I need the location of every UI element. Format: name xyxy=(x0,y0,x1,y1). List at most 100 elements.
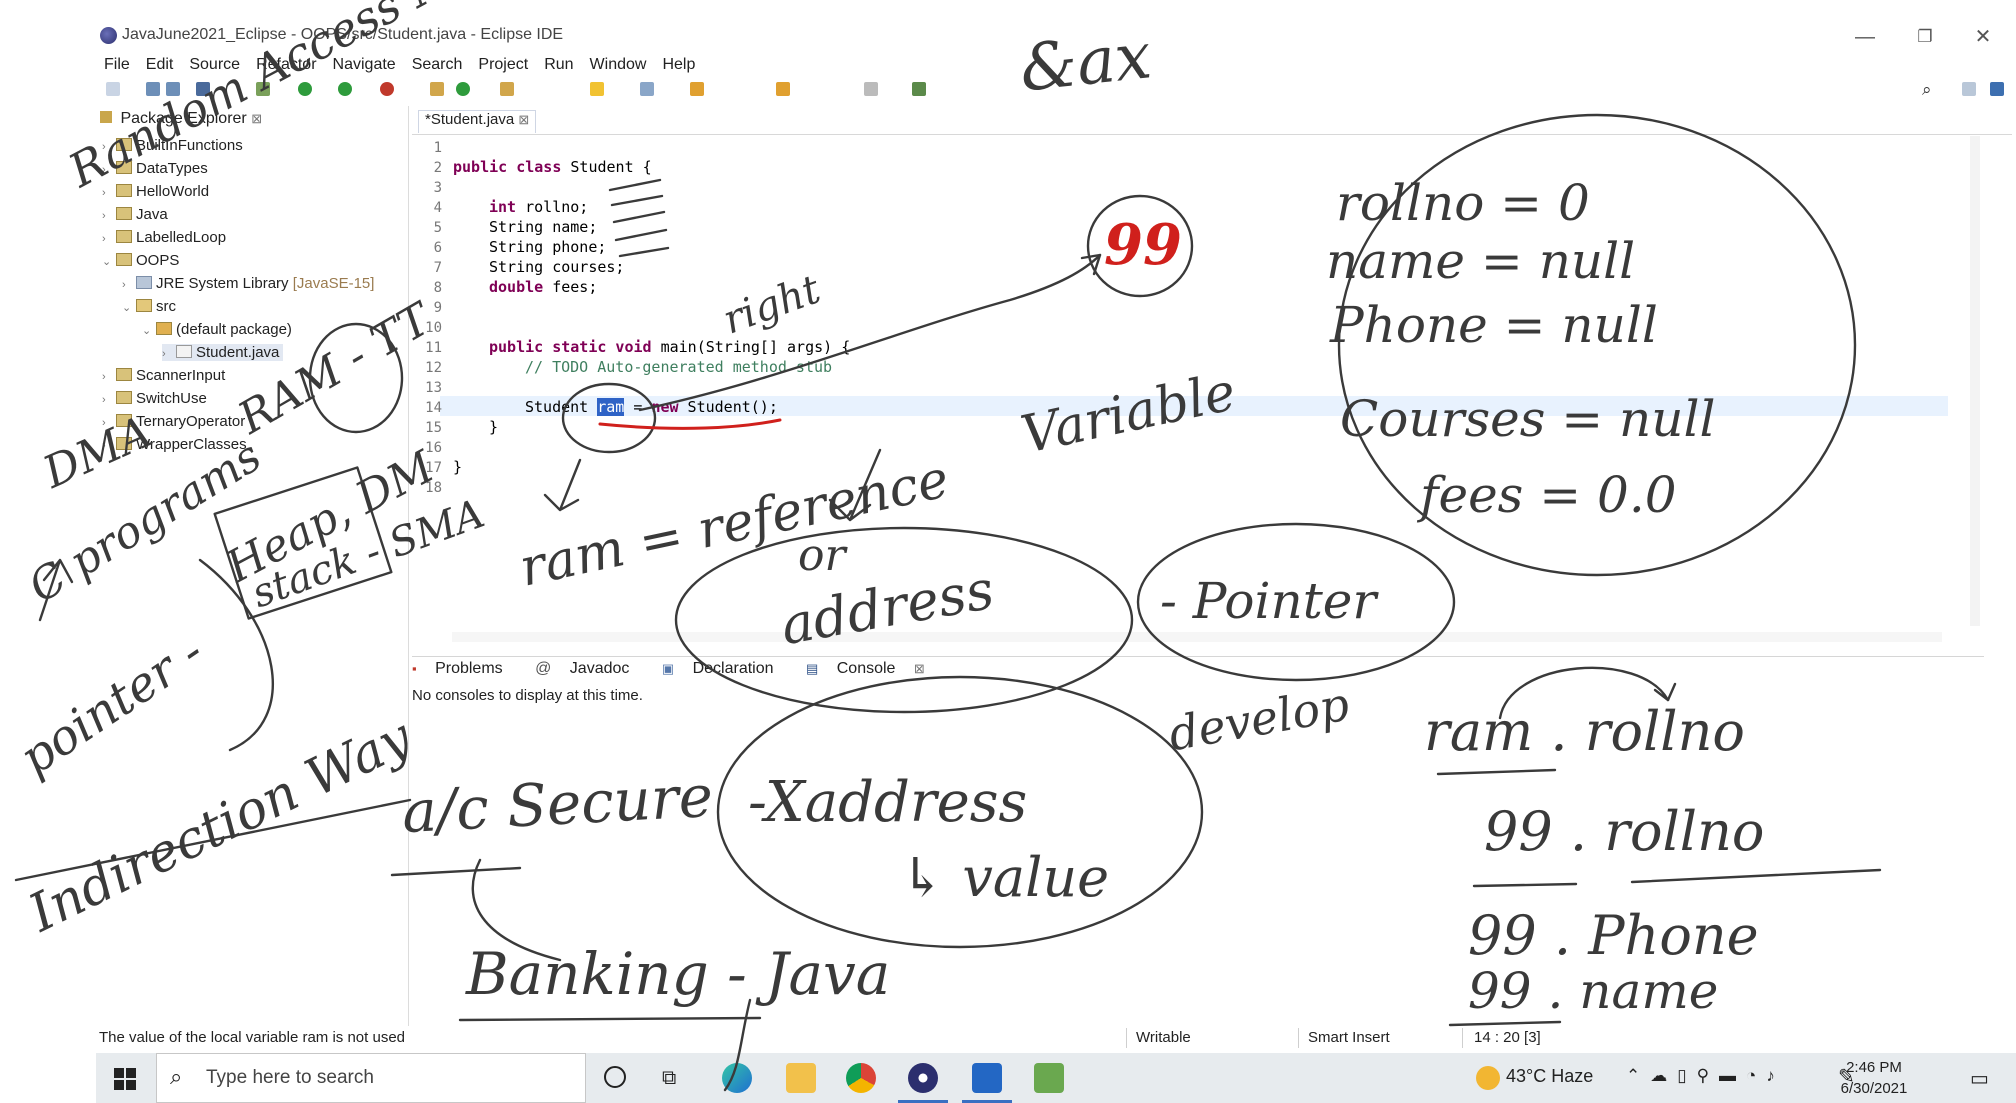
tree-item-helloworld[interactable]: › HelloWorld xyxy=(102,183,209,200)
tab-label: Console xyxy=(836,660,896,677)
tree-label: Student.java xyxy=(196,344,280,361)
line-number: 8 xyxy=(433,280,442,296)
tree-item-scannerinput[interactable]: › ScannerInput xyxy=(102,367,225,384)
menu-edit[interactable]: Edit xyxy=(138,54,182,76)
chevron-right-icon[interactable]: › xyxy=(122,279,136,291)
toggle-mark-icon[interactable] xyxy=(590,82,604,96)
tree-item-src[interactable]: ⌄ src xyxy=(122,298,176,315)
new-icon[interactable] xyxy=(106,82,120,96)
show-whitespace-icon[interactable] xyxy=(640,82,654,96)
keyword: double xyxy=(489,278,544,296)
tree-item-labelledloop[interactable]: › LabelledLoop xyxy=(102,229,226,246)
project-icon xyxy=(116,207,132,220)
perspective-icon[interactable] xyxy=(1962,82,1976,96)
menu-bar: File Edit Source Refactor Navigate Searc… xyxy=(96,54,703,76)
next-annotation-icon[interactable] xyxy=(690,82,704,96)
package-icon xyxy=(156,322,172,335)
new-class-icon[interactable] xyxy=(456,82,470,96)
tab-javadoc[interactable]: @ Javadoc xyxy=(535,660,643,677)
ink-banking: Banking - Java xyxy=(466,940,891,1008)
notepad-icon[interactable] xyxy=(1034,1063,1064,1093)
status-divider xyxy=(1298,1028,1299,1048)
keyword: public class xyxy=(453,158,562,176)
external-tools-icon[interactable] xyxy=(380,82,394,96)
search-icon[interactable]: ⌕ xyxy=(1922,80,1932,100)
close-button[interactable]: ✕ xyxy=(1960,20,2006,54)
save-icon[interactable] xyxy=(146,82,160,96)
ink-underline xyxy=(1472,882,1578,888)
cortana-icon[interactable] xyxy=(604,1066,626,1088)
java-perspective-icon[interactable] xyxy=(1990,82,2004,96)
weather-text[interactable]: 43°C Haze xyxy=(1506,1066,1593,1087)
line-number: 4 xyxy=(433,200,442,216)
editor-tab-bar xyxy=(412,110,2012,135)
minimize-button[interactable]: — xyxy=(1842,20,1888,54)
code-line-4: int rollno; xyxy=(489,198,588,216)
tree-item-switchuse[interactable]: › SwitchUse xyxy=(102,390,207,407)
new-java-project-icon[interactable] xyxy=(430,82,444,96)
horizontal-scrollbar[interactable] xyxy=(452,632,1942,642)
file-explorer-icon[interactable] xyxy=(786,1063,816,1093)
vertical-scrollbar[interactable] xyxy=(1970,136,1980,626)
chrome-icon[interactable] xyxy=(846,1063,876,1093)
code-text: Student xyxy=(525,398,598,416)
chevron-down-icon[interactable]: ⌄ xyxy=(122,301,136,314)
chevron-right-icon[interactable]: › xyxy=(102,210,116,222)
tab-label: Declaration xyxy=(692,660,774,677)
restore-button[interactable]: ❐ xyxy=(1902,20,1948,54)
whiteboard-icon[interactable] xyxy=(972,1063,1002,1093)
menu-help[interactable]: Help xyxy=(654,54,703,76)
open-perspective-icon[interactable] xyxy=(912,82,926,96)
chevron-right-icon[interactable]: › xyxy=(102,187,116,199)
back-icon[interactable] xyxy=(776,82,790,96)
tab-label: Problems xyxy=(435,660,503,677)
console-tab-bar: ▪ Problems @ Javadoc ▣ Declaration ▤ Con… xyxy=(412,660,1984,684)
menu-search[interactable]: Search xyxy=(404,54,471,76)
notifications-icon[interactable]: ▭ xyxy=(1970,1066,1989,1091)
eclipse-icon[interactable] xyxy=(908,1063,938,1093)
chevron-down-icon[interactable]: ⌄ xyxy=(142,324,156,337)
edge-icon[interactable] xyxy=(722,1063,752,1093)
editor-tab-student-java[interactable]: *Student.java ⊠ xyxy=(418,110,537,133)
windows-start-icon[interactable] xyxy=(114,1068,136,1090)
task-view-icon[interactable]: ⧉ xyxy=(662,1067,676,1090)
chevron-down-icon[interactable]: ⌄ xyxy=(102,255,116,268)
ink-or: or xyxy=(798,530,846,581)
open-type-icon[interactable] xyxy=(500,82,514,96)
chevron-right-icon[interactable]: › xyxy=(162,348,176,360)
menu-project[interactable]: Project xyxy=(470,54,536,76)
line-number: 7 xyxy=(433,260,442,276)
system-tray-icons[interactable]: ⌃☁▯⚲▬◔♪ xyxy=(1626,1066,1785,1086)
declaration-icon: ▣ xyxy=(661,661,675,676)
menu-window[interactable]: Window xyxy=(582,54,655,76)
coverage-icon[interactable] xyxy=(338,82,352,96)
tree-label: Java xyxy=(136,206,168,223)
panel-divider xyxy=(412,656,1984,657)
tree-item-jre[interactable]: › JRE System Library [JavaSE-15] xyxy=(122,275,374,292)
forward-icon[interactable] xyxy=(864,82,878,96)
close-tab-icon[interactable]: ⊠ xyxy=(251,111,262,126)
close-tab-icon[interactable]: ⊠ xyxy=(518,112,529,127)
menu-run[interactable]: Run xyxy=(536,54,581,76)
tree-item-java[interactable]: › Java xyxy=(102,206,168,223)
console-message: No consoles to display at this time. xyxy=(412,687,643,704)
search-placeholder: Type here to search xyxy=(206,1067,374,1088)
tab-console[interactable]: ▤ Console ⊠ xyxy=(806,660,939,677)
taskbar-clock[interactable]: 2:46 PM 6/30/2021 xyxy=(1834,1057,1914,1099)
tree-item-student-java[interactable]: › Student.java xyxy=(162,344,284,361)
chevron-right-icon[interactable]: › xyxy=(102,233,116,245)
ink-xaddress: -Xaddress xyxy=(748,770,1028,835)
ink-field-name: name = null xyxy=(1326,232,1636,290)
menu-file[interactable]: File xyxy=(96,54,138,76)
ink-value: ↳ value xyxy=(900,846,1110,909)
chevron-right-icon[interactable]: › xyxy=(102,394,116,406)
tree-label: TernaryOperator xyxy=(136,413,246,430)
run-icon[interactable] xyxy=(298,82,312,96)
chevron-right-icon[interactable]: › xyxy=(102,371,116,383)
tree-item-default-package[interactable]: ⌄ (default package) xyxy=(142,321,292,338)
library-icon xyxy=(136,276,152,289)
close-tab-icon[interactable]: ⊠ xyxy=(914,661,925,676)
tree-item-oops[interactable]: ⌄ OOPS xyxy=(102,252,179,269)
tab-problems[interactable]: ▪ Problems xyxy=(412,660,517,677)
tab-declaration[interactable]: ▣ Declaration xyxy=(662,660,788,677)
